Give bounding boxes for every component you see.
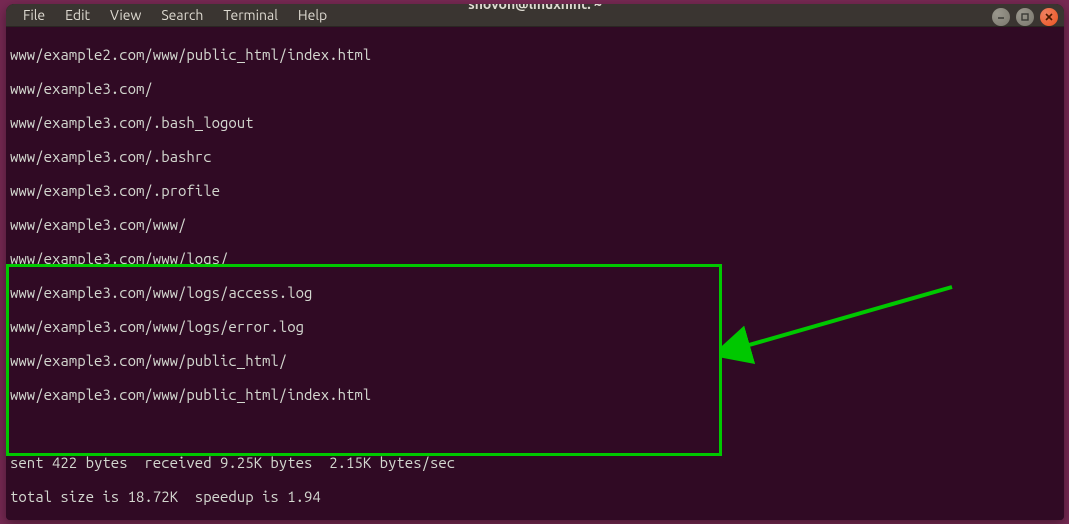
output-line: www/example3.com/www/public_html/index.h… [10, 386, 1060, 403]
terminal-window: shovon@linuxhint: ~ File Edit View Searc… [6, 4, 1064, 520]
menu-view[interactable]: View [101, 4, 150, 26]
output-line: total size is 18.72K speedup is 1.94 [10, 488, 1060, 505]
output-line: www/example3.com/www/logs/access.log [10, 284, 1060, 301]
output-line: www/example2.com/www/public_html/index.h… [10, 46, 1060, 63]
output-line: www/example3.com/.profile [10, 182, 1060, 199]
output-line: sent 422 bytes received 9.25K bytes 2.15… [10, 454, 1060, 471]
output-line [10, 420, 1060, 437]
output-line: www/example3.com/ [10, 80, 1060, 97]
terminal-area[interactable]: www/example2.com/www/public_html/index.h… [6, 27, 1064, 520]
output-line: www/example3.com/.bash_logout [10, 114, 1060, 131]
menu-file[interactable]: File [14, 4, 54, 26]
close-button[interactable] [1040, 8, 1058, 26]
maximize-button[interactable] [1016, 8, 1034, 26]
output-line: www/example3.com/.bashrc [10, 148, 1060, 165]
output-line: www/example3.com/www/public_html/ [10, 352, 1060, 369]
menubar: File Edit View Search Terminal Help [6, 4, 1064, 27]
menu-help[interactable]: Help [289, 4, 336, 26]
minimize-button[interactable] [992, 8, 1010, 26]
output-line: www/example3.com/www/logs/error.log [10, 318, 1060, 335]
menu-edit[interactable]: Edit [56, 4, 99, 26]
output-line: www/example3.com/www/logs/ [10, 250, 1060, 267]
window-controls [992, 8, 1058, 26]
menu-terminal[interactable]: Terminal [214, 4, 287, 26]
output-line: www/example3.com/www/ [10, 216, 1060, 233]
menu-search[interactable]: Search [152, 4, 212, 26]
